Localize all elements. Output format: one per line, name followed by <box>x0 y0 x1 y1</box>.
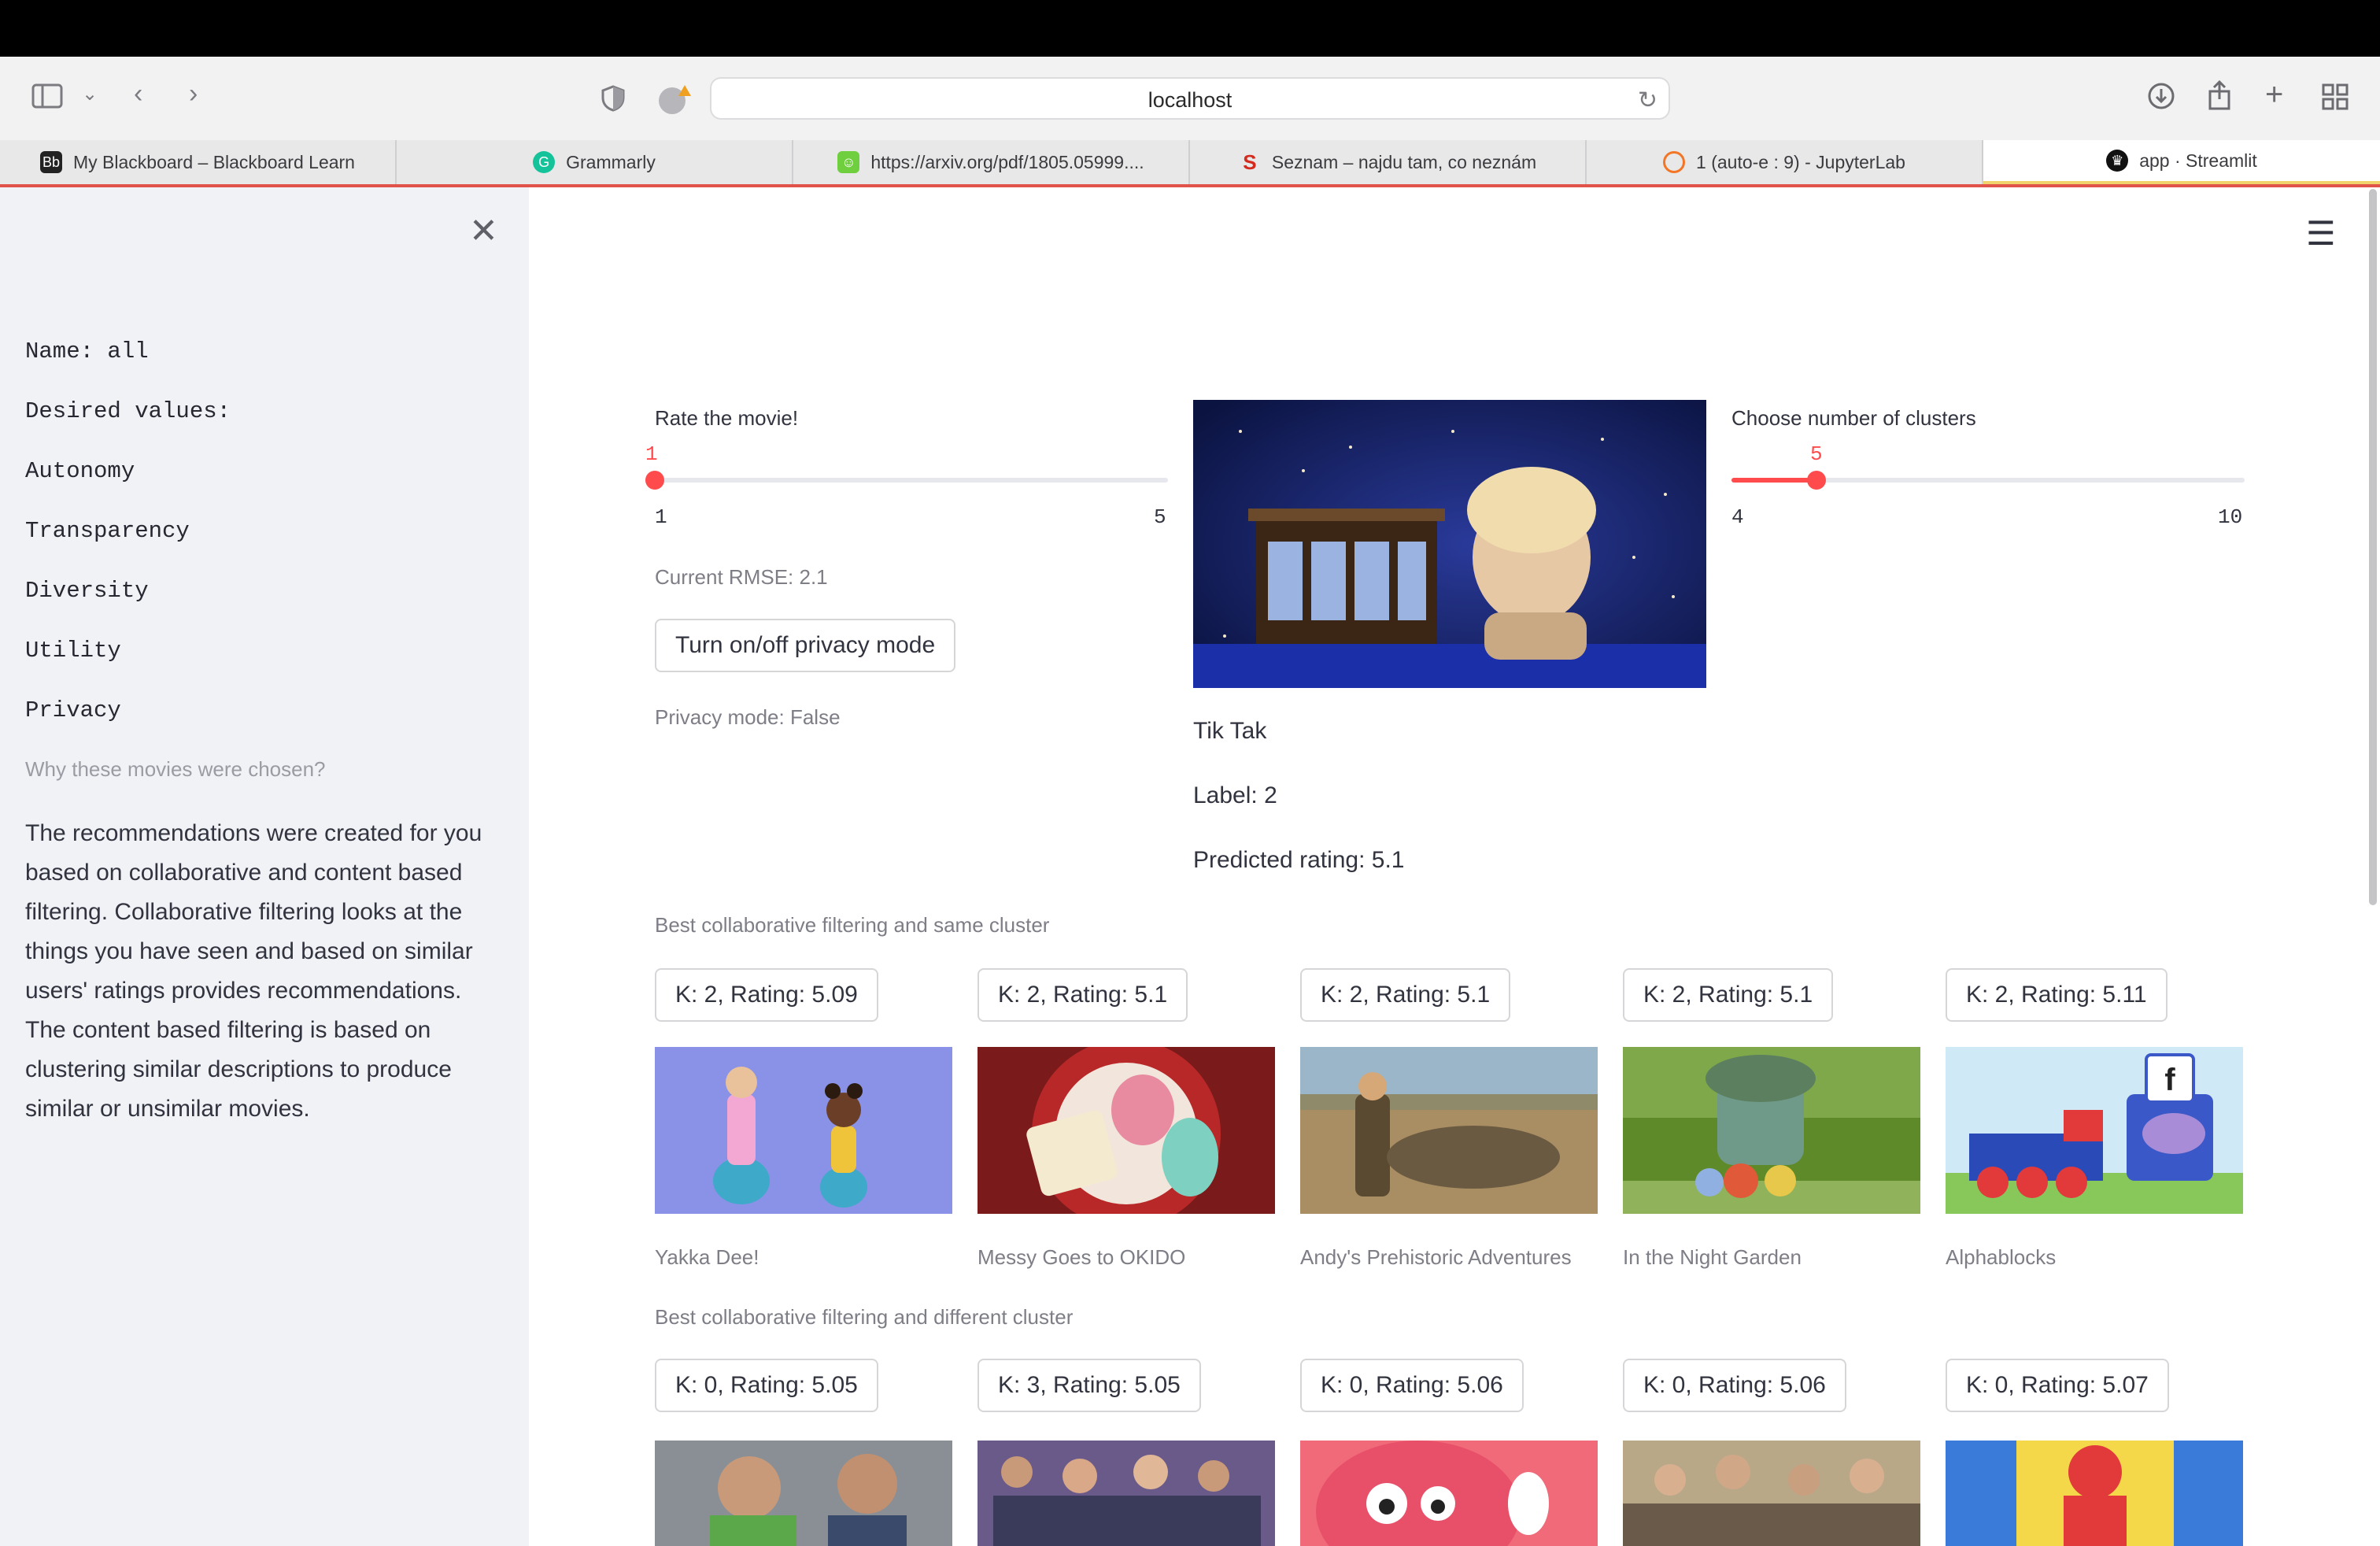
recommendation-button[interactable]: K: 0, Rating: 5.06 <box>1623 1359 1846 1412</box>
clusters-slider-value: 5 <box>1810 442 1823 466</box>
clusters-slider-thumb[interactable] <box>1807 471 1826 490</box>
movie-poster <box>978 1047 1275 1214</box>
tab-streamlit[interactable]: ♛ app · Streamlit <box>1983 140 2380 184</box>
movie-title: Messy Goes to OKIDO <box>978 1245 1186 1269</box>
movie-poster <box>978 1441 1275 1546</box>
recommendation-button[interactable]: K: 2, Rating: 5.09 <box>655 968 878 1022</box>
back-arrow-icon[interactable]: ‹ <box>134 80 142 107</box>
extension-icon[interactable] <box>656 83 693 120</box>
tab-label: Grammarly <box>566 151 656 172</box>
tab-jupyter[interactable]: 1 (auto-e : 9) - JupyterLab <box>1587 140 1983 184</box>
privacy-status: Privacy mode: False <box>655 705 841 729</box>
current-movie-poster <box>1193 400 1706 688</box>
recommendation-button[interactable]: K: 0, Rating: 5.07 <box>1946 1359 2169 1412</box>
clusters-slider-label: Choose number of clusters <box>1731 406 1976 430</box>
movie-title: Yakka Dee! <box>655 1245 759 1269</box>
chevron-down-icon[interactable]: ⌄ <box>82 85 98 104</box>
movie-poster <box>655 1047 952 1214</box>
movie-poster <box>1623 1441 1920 1546</box>
recommendation-button[interactable]: K: 2, Rating: 5.1 <box>1623 968 1834 1022</box>
download-icon[interactable] <box>2147 82 2175 115</box>
clusters-slider-max: 10 <box>2218 505 2243 529</box>
movie-poster <box>1300 1047 1598 1214</box>
url-text: localhost <box>1148 88 1232 112</box>
section-same-heading: Best collaborative filtering and same cl… <box>655 913 1050 937</box>
current-movie-label: Label: 2 <box>1193 782 1277 808</box>
tab-label: app · Streamlit <box>2139 150 2257 171</box>
streamlit-icon: ♛ <box>2106 150 2129 172</box>
system-top-bar <box>0 0 2380 57</box>
tab-blackboard[interactable]: Bb My Blackboard – Blackboard Learn <box>0 140 397 184</box>
tab-arxiv[interactable]: ☺ https://arxiv.org/pdf/1805.05999.... <box>793 140 1190 184</box>
sidebar-name: Name: all <box>25 338 149 364</box>
rate-slider-thumb[interactable] <box>645 471 664 490</box>
rate-slider-value: 1 <box>645 442 658 466</box>
browser-toolbar: ⌄ ‹ › localhost ↻ + <box>0 57 2380 141</box>
current-movie-title: Tik Tak <box>1193 718 1267 744</box>
why-caption: Why these movies were chosen? <box>25 757 326 781</box>
jupyter-icon <box>1663 151 1686 173</box>
movie-title: In the Night Garden <box>1623 1245 1802 1269</box>
tab-overview-icon[interactable] <box>2322 83 2349 115</box>
sidebar: ✕ Name: all Desired values: Autonomy Tra… <box>0 187 529 1546</box>
arxiv-icon: ☺ <box>837 151 860 173</box>
movie-poster: f <box>1946 1047 2243 1214</box>
address-bar[interactable]: localhost ↻ <box>710 77 1670 120</box>
clusters-slider-min: 4 <box>1731 505 1744 529</box>
current-movie-predicted: Predicted rating: 5.1 <box>1193 847 1405 873</box>
privacy-toggle-button[interactable]: Turn on/off privacy mode <box>655 619 956 672</box>
value-utility: Utility <box>25 638 121 664</box>
share-icon[interactable] <box>2207 80 2232 115</box>
recommendation-button[interactable]: K: 2, Rating: 5.11 <box>1946 968 2168 1022</box>
rate-slider-max: 5 <box>1154 505 1166 529</box>
value-diversity: Diversity <box>25 578 149 604</box>
reload-icon[interactable]: ↻ <box>1638 87 1658 114</box>
rate-slider-label: Rate the movie! <box>655 406 799 430</box>
recommendation-button[interactable]: K: 3, Rating: 5.05 <box>978 1359 1201 1412</box>
rate-slider-track[interactable] <box>655 478 1168 483</box>
section-diff-heading: Best collaborative filtering and differe… <box>655 1305 1074 1329</box>
svg-text:f: f <box>2164 1063 2175 1097</box>
clusters-slider-fill <box>1731 478 1816 483</box>
tab-label: 1 (auto-e : 9) - JupyterLab <box>1696 151 1905 172</box>
forward-arrow-icon[interactable]: › <box>189 80 198 107</box>
tab-grammarly[interactable]: G Grammarly <box>397 140 793 184</box>
tab-label: Seznam – najdu tam, co neznám <box>1271 151 1537 172</box>
tab-label: My Blackboard – Blackboard Learn <box>73 151 355 172</box>
movie-poster <box>655 1441 952 1546</box>
hamburger-menu-icon[interactable]: ☰ <box>2306 214 2336 253</box>
blackboard-icon: Bb <box>40 151 62 173</box>
recommendation-button[interactable]: K: 0, Rating: 5.06 <box>1300 1359 1524 1412</box>
recommendation-button[interactable]: K: 2, Rating: 5.1 <box>1300 968 1511 1022</box>
movie-poster <box>1946 1441 2243 1546</box>
value-privacy: Privacy <box>25 697 121 723</box>
sidebar-desired-values: Desired values: <box>25 398 231 424</box>
tab-bar: Bb My Blackboard – Blackboard Learn G Gr… <box>0 140 2380 187</box>
seznam-icon: S <box>1243 150 1257 174</box>
movie-poster <box>1623 1047 1920 1214</box>
tab-label: https://arxiv.org/pdf/1805.05999.... <box>870 151 1144 172</box>
tab-seznam[interactable]: S Seznam – najdu tam, co neznám <box>1190 140 1587 184</box>
sidebar-toggle-icon[interactable] <box>31 83 63 113</box>
new-tab-icon[interactable]: + <box>2265 79 2283 110</box>
scrollbar[interactable] <box>2369 189 2377 905</box>
explanation-text: The recommendations were created for you… <box>25 820 482 1122</box>
grammarly-icon: G <box>533 151 556 173</box>
value-autonomy: Autonomy <box>25 458 135 484</box>
recommendation-button[interactable]: K: 2, Rating: 5.1 <box>978 968 1188 1022</box>
rmse-text: Current RMSE: 2.1 <box>655 565 828 589</box>
close-icon[interactable]: ✕ <box>469 211 498 251</box>
shield-icon[interactable] <box>601 85 625 117</box>
value-transparency: Transparency <box>25 518 190 544</box>
movie-title: Alphablocks <box>1946 1245 2057 1269</box>
recommendation-button[interactable]: K: 0, Rating: 5.05 <box>655 1359 878 1412</box>
movie-title: Andy's Prehistoric Adventures <box>1300 1245 1572 1269</box>
movie-poster <box>1300 1441 1598 1546</box>
rate-slider-min: 1 <box>655 505 667 529</box>
